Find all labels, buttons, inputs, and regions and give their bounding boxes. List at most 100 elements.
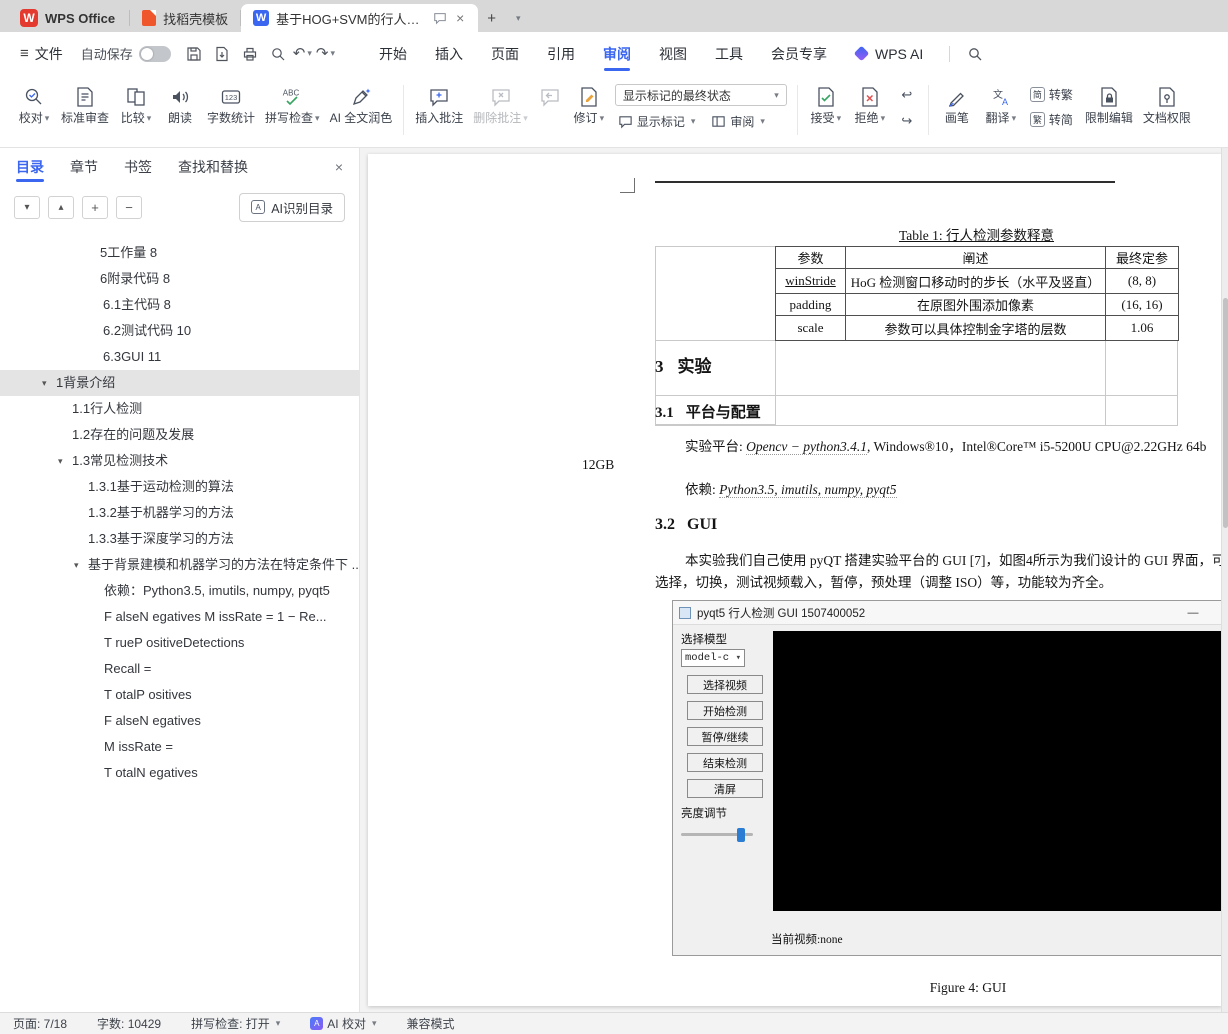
word-count-button[interactable]: 123 字数统计 bbox=[202, 80, 260, 128]
menu-view[interactable]: 视图 bbox=[645, 32, 701, 75]
toc-item[interactable]: ▾ 基于背景建模和机器学习的方法在特定条件下 ... bbox=[0, 552, 359, 578]
toc-item[interactable]: ▾ 1.3常见检测技术 bbox=[0, 448, 359, 474]
read-aloud-button[interactable]: 朗读 bbox=[158, 80, 202, 128]
reject-revision-button[interactable]: 拒绝▾ bbox=[848, 80, 892, 128]
expand-all-button[interactable]: ▾ bbox=[14, 196, 40, 219]
markup-state-combobox[interactable]: 显示标记的最终状态 ▾ bbox=[615, 84, 787, 106]
translate-button[interactable]: 文A 翻译▾ bbox=[979, 80, 1023, 128]
word-count-indicator[interactable]: 字数: 10429 bbox=[97, 1015, 161, 1032]
review-pane-button[interactable]: 审阅▾ bbox=[708, 111, 768, 131]
toc-item[interactable]: 1.3.3基于深度学习的方法 bbox=[0, 526, 359, 552]
reject-revision-icon bbox=[858, 85, 882, 109]
toc-item[interactable]: F alseN egatives M issRate = 1 − Re... bbox=[0, 604, 359, 630]
toc-item[interactable]: T rueP ositiveDetections bbox=[0, 630, 359, 656]
print-icon[interactable] bbox=[237, 41, 263, 67]
page-indicator[interactable]: 页面: 7/18 bbox=[13, 1015, 67, 1032]
menu-tools[interactable]: 工具 bbox=[701, 32, 757, 75]
ai-polish-button[interactable]: AI 全文润色 bbox=[325, 80, 398, 128]
toc-item[interactable]: 1.2存在的问题及发展 bbox=[0, 422, 359, 448]
toc-item[interactable]: 依赖：Python3.5, imutils, numpy, pyqt5 bbox=[0, 578, 359, 604]
menu-reference[interactable]: 引用 bbox=[533, 32, 589, 75]
tab-chapter[interactable]: 章节 bbox=[70, 148, 98, 186]
undo-button[interactable]: ↶▾ bbox=[293, 46, 312, 61]
save-icon[interactable] bbox=[181, 41, 207, 67]
previous-revision-icon[interactable]: ↩ bbox=[896, 86, 918, 104]
doc-chat-icon[interactable] bbox=[433, 11, 447, 25]
menu-home[interactable]: 开始 bbox=[365, 32, 421, 75]
standard-review-button[interactable]: 标准审查 bbox=[56, 80, 114, 128]
toc-item[interactable]: 6附录代码 8 bbox=[0, 266, 359, 292]
print-preview-icon[interactable] bbox=[265, 41, 291, 67]
toc-item[interactable]: T otalP ositives bbox=[0, 682, 359, 708]
ink-brush-button[interactable]: 画笔 bbox=[935, 80, 979, 128]
expand-arrow-icon[interactable]: ▾ bbox=[58, 448, 63, 474]
gui-app-icon bbox=[679, 607, 691, 619]
close-pane-icon[interactable]: × bbox=[335, 159, 343, 175]
tab-template-store[interactable]: 找稻壳模板 bbox=[130, 4, 240, 32]
toc-item[interactable]: M issRate = bbox=[0, 734, 359, 760]
insert-comment-button[interactable]: 插入批注 bbox=[410, 80, 468, 128]
redo-button[interactable]: ↷▾ bbox=[316, 46, 335, 61]
ai-proofread-status[interactable]: A AI 校对▾ bbox=[310, 1015, 376, 1032]
file-menu-label: 文件 bbox=[35, 44, 63, 64]
decrease-level-button[interactable]: − bbox=[116, 196, 142, 219]
expand-arrow-icon[interactable]: ▾ bbox=[42, 370, 47, 396]
toc-item[interactable]: 6.3GUI 11 bbox=[0, 344, 359, 370]
close-tab-icon[interactable]: × bbox=[454, 10, 466, 26]
comment-navigate-button[interactable] bbox=[533, 80, 567, 112]
menu-member[interactable]: 会员专享 bbox=[757, 32, 841, 75]
spell-check-button[interactable]: ABC 拼写检查▾ bbox=[260, 80, 325, 128]
new-tab-button[interactable]: + bbox=[478, 4, 505, 32]
toc-item[interactable]: 1.3.1基于运动检测的算法 bbox=[0, 474, 359, 500]
toc-item-selected[interactable]: ▾ 1背景介绍 bbox=[0, 370, 359, 396]
scrollbar-thumb[interactable] bbox=[1223, 298, 1228, 528]
toc-item[interactable]: 5工作量 8 bbox=[0, 240, 359, 266]
toc-item[interactable]: Recall = bbox=[0, 656, 359, 682]
spellcheck-status[interactable]: 拼写检查: 打开▾ bbox=[191, 1015, 280, 1032]
autosave-label: 自动保存 bbox=[81, 44, 133, 63]
increase-level-button[interactable]: + bbox=[82, 196, 108, 219]
toc-item[interactable]: T otalN egatives bbox=[0, 760, 359, 786]
track-changes-button[interactable]: 修订▾ bbox=[567, 80, 611, 128]
toc-item[interactable]: F alseN egatives bbox=[0, 708, 359, 734]
doc-permission-button[interactable]: 文档权限 bbox=[1138, 80, 1196, 128]
autosave-toggle[interactable] bbox=[139, 46, 171, 62]
app-tab-wps-office[interactable]: W WPS Office bbox=[6, 4, 129, 32]
next-revision-icon[interactable]: ↪ bbox=[896, 112, 918, 130]
toc-item[interactable]: 1.3.2基于机器学习的方法 bbox=[0, 500, 359, 526]
document-page[interactable]: Table 1: 行人检测参数释意 参数 阐述 最终定参 bbox=[368, 154, 1222, 1006]
export-pdf-icon[interactable] bbox=[209, 41, 235, 67]
expand-arrow-icon[interactable]: ▾ bbox=[74, 552, 79, 578]
tab-document-active[interactable]: W 基于HOG+SVM的行人检测 × bbox=[241, 4, 478, 32]
restrict-editing-button[interactable]: 限制编辑 bbox=[1080, 80, 1138, 128]
search-icon[interactable] bbox=[962, 41, 988, 67]
traditional-to-simplified-button[interactable]: 繁 转简 bbox=[1027, 109, 1076, 129]
compatibility-mode-indicator[interactable]: 兼容模式 bbox=[407, 1015, 455, 1032]
menu-review-active[interactable]: 审阅 bbox=[589, 32, 645, 75]
tab-toc[interactable]: 目录 bbox=[16, 148, 44, 186]
doc-tab-label: 基于HOG+SVM的行人检测 bbox=[276, 9, 426, 28]
vertical-scrollbar[interactable] bbox=[1221, 148, 1228, 1012]
tab-list-chevron-icon[interactable]: ▾ bbox=[505, 4, 530, 32]
tab-bookmark[interactable]: 书签 bbox=[124, 148, 152, 186]
menu-page[interactable]: 页面 bbox=[477, 32, 533, 75]
ai-recognize-toc-button[interactable]: A AI识别目录 bbox=[239, 193, 345, 222]
menu-insert[interactable]: 插入 bbox=[421, 32, 477, 75]
proofread-button[interactable]: 校对▾ bbox=[12, 80, 56, 128]
delete-comment-button[interactable]: 删除批注▾ bbox=[468, 80, 533, 128]
delete-comment-icon bbox=[489, 85, 513, 109]
current-video-label: 当前视频:none bbox=[771, 931, 843, 947]
accept-revision-button[interactable]: 接受▾ bbox=[804, 80, 848, 128]
ai-proofread-icon: A bbox=[310, 1017, 323, 1030]
simplified-to-traditional-button[interactable]: 简 转繁 bbox=[1027, 84, 1076, 104]
file-menu-button[interactable]: ≡ 文件 bbox=[10, 39, 73, 69]
compare-button[interactable]: 比较▾ bbox=[114, 80, 158, 128]
toc-item[interactable]: 6.2测试代码 10 bbox=[0, 318, 359, 344]
collapse-all-button[interactable]: ▴ bbox=[48, 196, 74, 219]
toc-item[interactable]: 1.1行人检测 bbox=[0, 396, 359, 422]
show-markup-button[interactable]: 显示标记▾ bbox=[615, 111, 699, 131]
toc-item[interactable]: 6.1主代码 8 bbox=[0, 292, 359, 318]
menu-wps-ai[interactable]: WPS AI bbox=[841, 32, 937, 75]
markup-controls: 显示标记的最终状态 ▾ 显示标记▾ 审阅▾ bbox=[615, 84, 787, 131]
tab-find-replace[interactable]: 查找和替换 bbox=[178, 148, 248, 186]
